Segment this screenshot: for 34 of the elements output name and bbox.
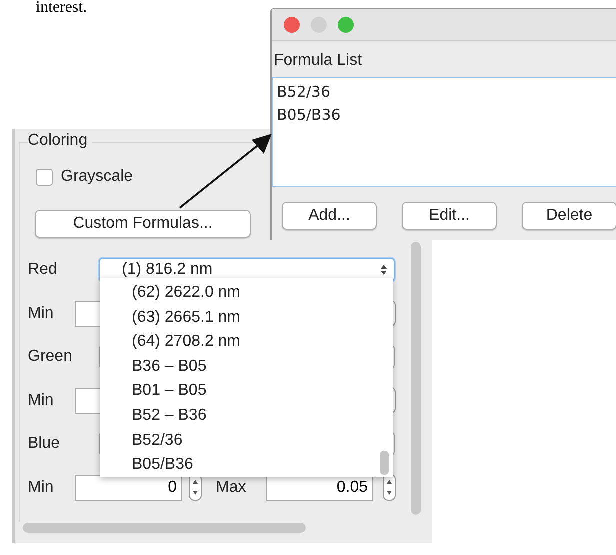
grayscale-checkbox[interactable] (36, 168, 53, 186)
dropdown-option[interactable]: B52/36 (132, 428, 241, 454)
dropdown-option[interactable]: (63) 2665.1 nm (132, 306, 241, 330)
formula-item[interactable]: B52/36 (277, 81, 616, 104)
formula-button[interactable]: Delete (522, 202, 616, 230)
close-icon[interactable] (284, 16, 300, 32)
updown-caret-icon (380, 264, 388, 276)
row-label: Blue (28, 434, 62, 454)
row-label: Green (28, 347, 74, 367)
dropdown-option[interactable]: B52 – B36 (132, 404, 241, 429)
dropdown-option[interactable]: B36 – B05 (132, 354, 241, 380)
dropdown-scroll-thumb[interactable] (380, 451, 389, 475)
dropdown-option[interactable]: (62) 2622.0 nm (132, 281, 241, 306)
formula-button[interactable]: Add... (282, 202, 377, 230)
caption-text: interest. (36, 0, 88, 16)
list-title: Formula List (274, 51, 364, 71)
min-label: Min (28, 304, 55, 324)
formula-list[interactable]: B52/36 B05/B36 (272, 77, 616, 187)
spinner-icon[interactable] (189, 474, 202, 501)
zoom-icon[interactable] (338, 16, 354, 32)
grayscale-label: Grayscale (61, 167, 134, 187)
formula-item[interactable]: B05/B36 (277, 104, 616, 127)
dropdown-option[interactable]: (64) 2708.2 nm (132, 330, 241, 355)
horizontal-scrollbar[interactable] (23, 523, 306, 533)
dropdown-option[interactable]: B01 – B05 (132, 379, 241, 404)
spinner-icon[interactable] (383, 474, 396, 501)
custom-formulas-button[interactable]: Custom Formulas... (35, 210, 251, 238)
min-field[interactable]: 0 (75, 474, 182, 500)
max-label: Max (216, 478, 248, 498)
min-label: Min (28, 478, 55, 498)
vertical-scrollbar[interactable] (411, 242, 421, 515)
formula-button[interactable]: Edit... (402, 202, 497, 230)
row-label: Red (28, 260, 58, 280)
min-label: Min (28, 390, 55, 410)
